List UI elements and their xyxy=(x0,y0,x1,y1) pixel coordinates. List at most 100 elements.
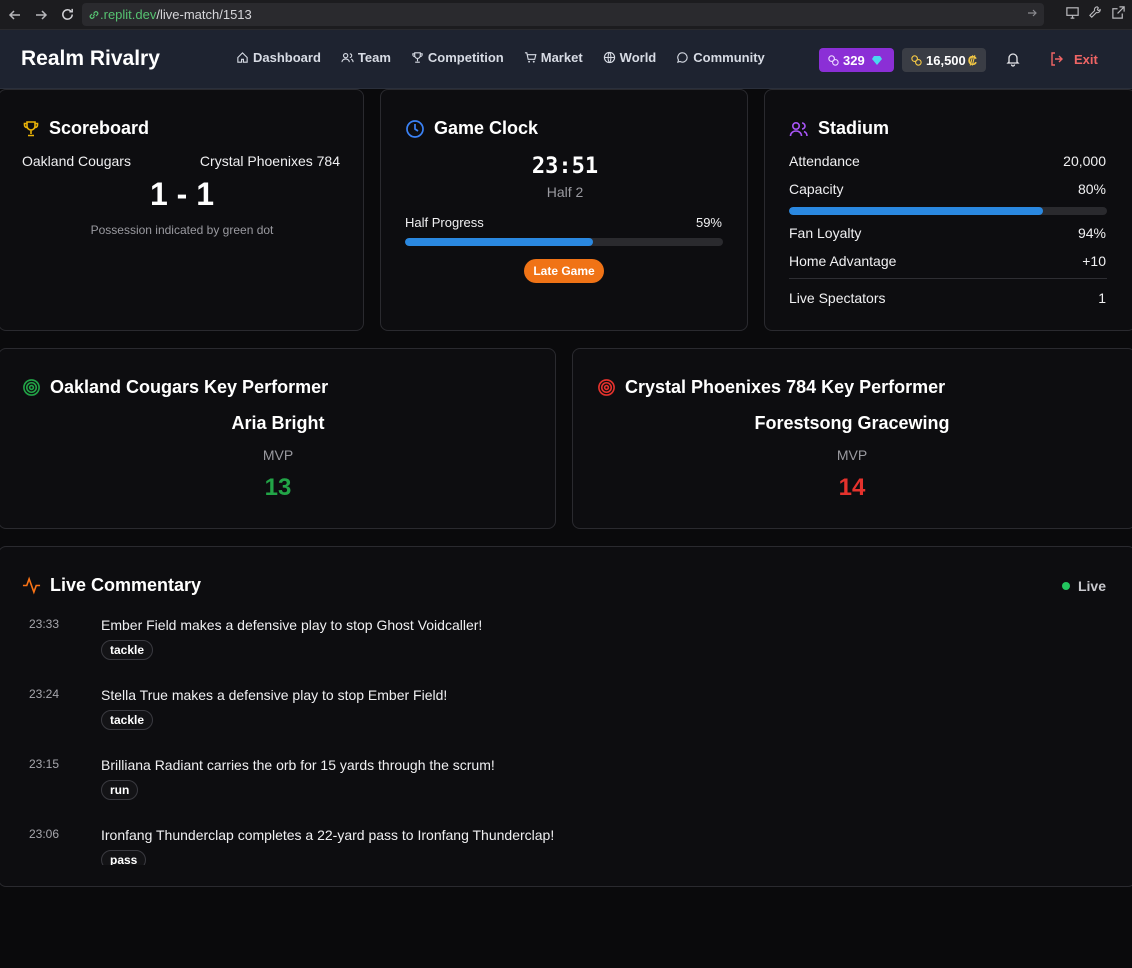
event-time: 23:33 xyxy=(29,617,60,631)
go-arrow-icon[interactable] xyxy=(1026,7,1038,22)
event-time: 23:06 xyxy=(29,827,60,841)
forward-icon[interactable] xyxy=(30,4,52,26)
game-clock-card: Game Clock 23:51 Half 2 Half Progress 59… xyxy=(380,89,748,331)
gems-value: 329 xyxy=(843,52,865,68)
home-performer-role: MVP xyxy=(262,447,294,463)
exit-label: Exit xyxy=(1074,51,1098,67)
capacity-fill xyxy=(789,207,1044,215)
stadium-title: Stadium xyxy=(789,118,889,139)
scoreboard-title-text: Scoreboard xyxy=(49,118,150,138)
live-spectators-label: Live Spectators xyxy=(789,290,886,306)
away-team-name: Crystal Phoenixes 784 xyxy=(199,153,340,169)
attendance-value: 20,000 xyxy=(1063,153,1106,169)
main-nav: Dashboard Team Competition Market World … xyxy=(236,50,785,65)
gems-balance[interactable]: 329 xyxy=(819,48,894,72)
scoreboard-title: Scoreboard xyxy=(22,118,149,139)
url-host: .replit.dev xyxy=(100,7,157,22)
half-progress-label: Half Progress xyxy=(405,215,484,230)
home-icon xyxy=(237,52,248,63)
fan-loyalty-label: Fan Loyalty xyxy=(789,225,862,241)
url-path: /live-match/1513 xyxy=(156,7,252,22)
target-icon xyxy=(598,379,615,396)
home-performer-name: Aria Bright xyxy=(231,413,325,433)
trophy-icon xyxy=(412,52,423,63)
away-performer-name: Forestsong Gracewing xyxy=(754,413,950,433)
capacity-bar xyxy=(789,207,1107,215)
home-performer-card: Oakland Cougars Key Performer Aria Brigh… xyxy=(0,348,556,529)
monitor-icon[interactable] xyxy=(1065,5,1080,25)
scoreboard-card: Scoreboard Oakland Cougars Crystal Phoen… xyxy=(0,89,364,331)
away-performer-score: 14 xyxy=(838,474,866,501)
app-header: Realm Rivalry Dashboard Team Competition… xyxy=(0,30,1132,89)
exit-button[interactable]: Exit xyxy=(1049,51,1098,67)
stadium-card: Stadium Attendance 20,000 Capacity 80% F… xyxy=(764,89,1132,331)
chat-icon xyxy=(677,52,688,63)
nav-market[interactable]: Market xyxy=(524,50,583,65)
gem-icon xyxy=(871,56,882,65)
capacity-label: Capacity xyxy=(789,181,844,197)
attendance-label: Attendance xyxy=(789,153,860,169)
live-commentary-card: Live Commentary Live 23:33 Ember Field m… xyxy=(0,546,1132,887)
capacity-value: 80% xyxy=(1077,181,1106,197)
score-display: 1 - 1 xyxy=(149,176,215,212)
browser-toolbar: .replit.dev/live-match/1513 xyxy=(0,0,1132,30)
home-performer-title-text: Oakland Cougars Key Performer xyxy=(50,377,329,397)
back-icon[interactable] xyxy=(4,4,26,26)
users-icon xyxy=(789,121,808,136)
users-icon xyxy=(341,52,354,63)
nav-dashboard-label: Dashboard xyxy=(253,50,321,65)
nav-world-label: World xyxy=(619,50,657,65)
cart-icon xyxy=(524,52,537,63)
nav-world[interactable]: World xyxy=(603,50,657,65)
event-tag: pass xyxy=(101,850,147,865)
link-icon xyxy=(89,10,99,19)
event-tag: tackle xyxy=(101,710,154,730)
reload-icon[interactable] xyxy=(56,4,78,26)
clock-time: 23:51 xyxy=(531,154,599,179)
clock-icon xyxy=(406,119,424,138)
game-clock-title-text: Game Clock xyxy=(434,118,539,138)
nav-dashboard[interactable]: Dashboard xyxy=(236,50,321,65)
event-tag: run xyxy=(101,780,139,800)
phase-badge: Late Game xyxy=(524,259,604,283)
away-performer-card: Crystal Phoenixes 784 Key Performer Fore… xyxy=(572,348,1132,529)
commentary-list[interactable]: 23:33 Ember Field makes a defensive play… xyxy=(0,547,1132,865)
brand-logo[interactable]: Realm Rivalry xyxy=(21,47,160,71)
event-text: Stella True makes a defensive play to st… xyxy=(101,687,448,703)
home-advantage-label: Home Advantage xyxy=(789,253,897,269)
coins-icon xyxy=(828,54,839,66)
credits-balance[interactable]: 16,500 ₡ xyxy=(902,48,986,72)
nav-team[interactable]: Team xyxy=(341,50,391,65)
external-link-icon[interactable] xyxy=(1111,5,1126,25)
nav-competition[interactable]: Competition xyxy=(411,50,504,65)
home-advantage-value: +10 xyxy=(1082,253,1106,269)
address-bar[interactable]: .replit.dev/live-match/1513 xyxy=(82,3,1044,26)
credits-value: 16,500 xyxy=(926,52,966,68)
live-spectators-value: 1 xyxy=(1098,290,1106,306)
home-performer-title: Oakland Cougars Key Performer xyxy=(22,377,328,398)
event-tag: tackle xyxy=(101,640,154,660)
game-clock-title: Game Clock xyxy=(405,118,538,139)
divider xyxy=(789,278,1107,279)
event-text: Ironfang Thunderclap completes a 22-yard… xyxy=(101,827,555,843)
home-team-name: Oakland Cougars xyxy=(22,153,131,169)
nav-competition-label: Competition xyxy=(427,50,504,65)
nav-market-label: Market xyxy=(540,50,583,65)
fan-loyalty-value: 94% xyxy=(1077,225,1106,241)
home-performer-score: 13 xyxy=(264,474,292,501)
event-time: 23:15 xyxy=(29,757,60,771)
event-time: 23:24 xyxy=(29,687,60,701)
logout-icon xyxy=(1051,52,1063,66)
bell-icon[interactable] xyxy=(1005,51,1021,72)
clock-half: Half 2 xyxy=(546,184,584,200)
coins-icon xyxy=(911,54,922,66)
away-performer-title: Crystal Phoenixes 784 Key Performer xyxy=(597,377,945,398)
wrench-icon[interactable] xyxy=(1088,5,1103,25)
nav-community[interactable]: Community xyxy=(676,50,765,65)
away-performer-title-text: Crystal Phoenixes 784 Key Performer xyxy=(625,377,946,397)
nav-team-label: Team xyxy=(357,50,391,65)
event-text: Ember Field makes a defensive play to st… xyxy=(101,617,483,633)
possession-note: Possession indicated by green dot xyxy=(90,223,274,237)
away-performer-role: MVP xyxy=(836,447,868,463)
globe-icon xyxy=(603,51,615,64)
